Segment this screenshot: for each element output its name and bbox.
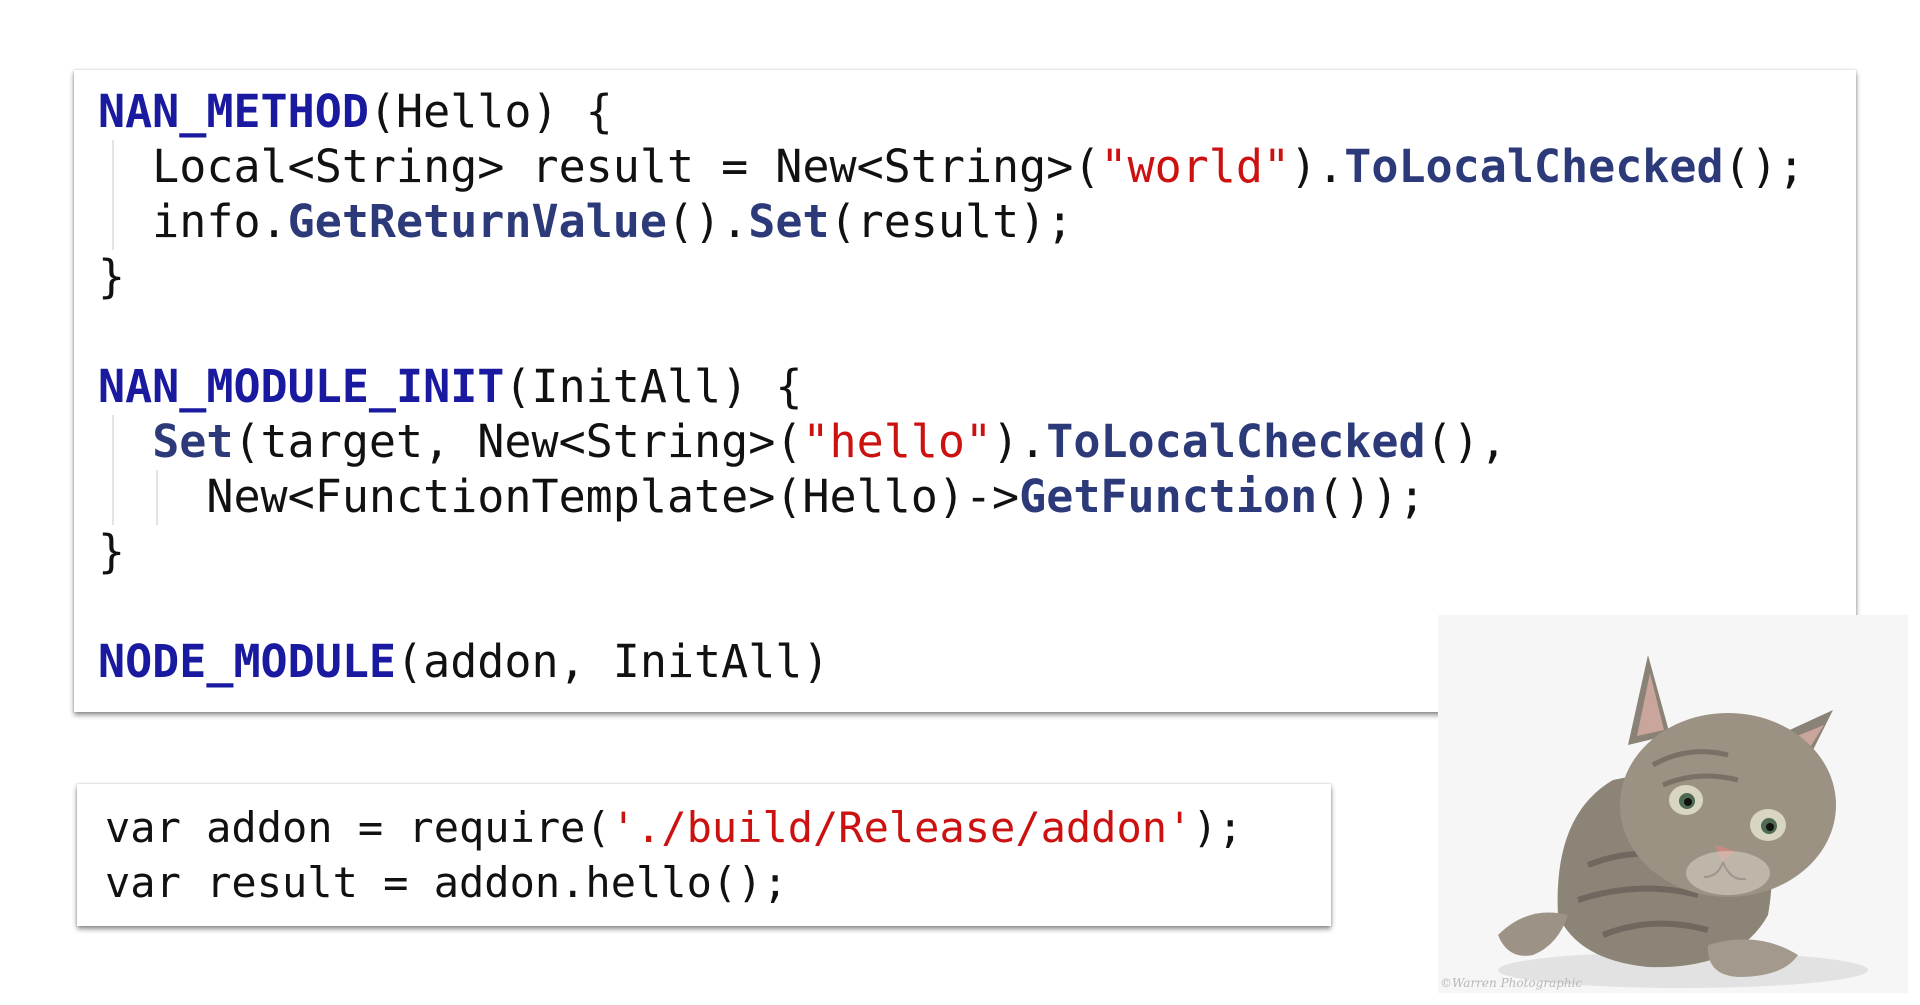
function-token: GetReturnValue	[287, 195, 667, 248]
code-line: New<FunctionTemplate>(Hello)->GetFunctio…	[98, 469, 1805, 524]
js-code-block: var addon = require('./build/Release/add…	[105, 800, 1243, 910]
code-line: NAN_MODULE_INIT(InitAll) {	[98, 359, 1805, 414]
macro-token: NAN_MODULE_INIT	[98, 360, 505, 413]
kitten-photo: ©Warren Photographic	[1438, 615, 1908, 993]
code-line: }	[98, 524, 1805, 579]
js-code-panel: var addon = require('./build/Release/add…	[77, 784, 1331, 926]
code-token: (addon, InitAll)	[396, 635, 830, 688]
code-token: }	[98, 250, 126, 303]
kitten-image	[1498, 655, 1868, 988]
code-token: }	[98, 525, 126, 578]
code-token: New<FunctionTemplate>(Hello)->	[98, 470, 1020, 523]
code-line: info.GetReturnValue().Set(result);	[98, 194, 1805, 249]
code-line: NAN_METHOD(Hello) {	[98, 84, 1805, 139]
code-token: ());	[1317, 470, 1426, 523]
code-token: (),	[1425, 415, 1507, 468]
code-token: );	[1192, 803, 1243, 852]
code-line: Local<String> result = New<String>("worl…	[98, 139, 1805, 194]
code-token: (target, New<String>(	[233, 415, 803, 468]
code-line: var result = addon.hello();	[105, 855, 1243, 910]
string-token: './build/Release/addon'	[610, 803, 1193, 852]
code-token: Local<String> result = New<String>(	[98, 140, 1101, 193]
macro-token: NODE_MODULE	[98, 635, 397, 688]
code-token: (result);	[829, 195, 1074, 248]
code-token: ();	[1723, 140, 1805, 193]
photo-credit: ©Warren Photographic	[1440, 976, 1583, 990]
code-line: var addon = require('./build/Release/add…	[105, 800, 1243, 855]
code-token: (InitAll) {	[504, 360, 803, 413]
function-token: Set	[152, 415, 234, 468]
code-token: ().	[666, 195, 749, 248]
code-line: }	[98, 249, 1805, 304]
function-token: ToLocalChecked	[1344, 140, 1724, 193]
string-token: "world"	[1100, 140, 1291, 193]
function-token: Set	[748, 195, 830, 248]
code-token: (Hello) {	[368, 85, 613, 138]
code-token: ).	[1290, 140, 1345, 193]
code-token: var result = addon.hello();	[105, 858, 788, 907]
code-token: info.	[98, 195, 288, 248]
cpp-code-block: NAN_METHOD(Hello) { Local<String> result…	[98, 84, 1805, 689]
function-token: ToLocalChecked	[1046, 415, 1426, 468]
macro-token: NAN_METHOD	[98, 85, 369, 138]
code-line: Set(target, New<String>("hello").ToLocal…	[98, 414, 1805, 469]
code-token: var addon = require(	[105, 803, 611, 852]
code-token: ).	[992, 415, 1047, 468]
string-token: "hello"	[802, 415, 993, 468]
function-token: GetFunction	[1019, 470, 1318, 523]
